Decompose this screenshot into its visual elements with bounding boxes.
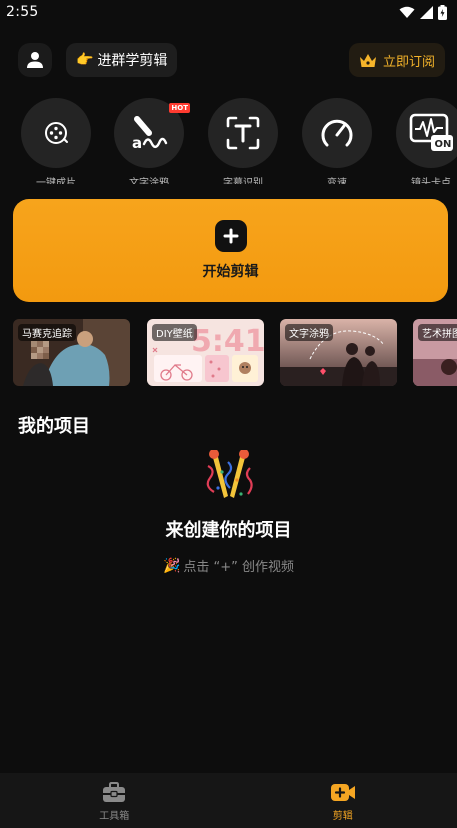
toolbox-icon xyxy=(103,781,126,802)
template-card-mosaic[interactable]: 马赛克追踪 xyxy=(13,319,130,386)
join-group-label: 进群学剪辑 xyxy=(97,53,168,69)
status-time: 2:55 xyxy=(6,4,39,20)
plus-icon xyxy=(214,220,247,252)
tool-label: 文字涂鸦 xyxy=(129,178,169,184)
template-tag: 文字涂鸦 xyxy=(285,324,333,341)
top-bar: 👉 进群学剪辑 立即订阅 xyxy=(18,42,445,78)
tool-one-click-video[interactable]: 一键成片 xyxy=(20,98,92,184)
template-tag: 艺术拼图 xyxy=(418,324,457,341)
empty-projects-hint: 🎉 点击 “+” 创作视频 xyxy=(162,556,295,576)
nav-toolbox[interactable]: 工具箱 xyxy=(0,773,229,828)
template-carousel: 马赛克追踪 5:41 DIY壁纸 文字涂鸦 艺术拼 xyxy=(13,319,457,386)
nav-edit[interactable]: 剪辑 xyxy=(229,773,457,828)
bottom-nav: 工具箱 剪辑 xyxy=(0,773,457,828)
wifi-icon xyxy=(399,6,415,18)
tool-label: 一键成片 xyxy=(36,178,76,184)
crown-icon xyxy=(359,53,376,67)
start-editing-label: 开始剪辑 xyxy=(202,264,259,280)
tool-label: 镜头卡点 xyxy=(411,178,451,184)
template-card-diy-wallpaper[interactable]: 5:41 DIY壁纸 xyxy=(147,319,264,386)
pointing-hand-icon: 👉 xyxy=(76,52,94,68)
party-popper-icon: 🎉 xyxy=(162,557,181,574)
status-icons xyxy=(399,4,447,20)
start-editing-button[interactable]: 开始剪辑 xyxy=(13,199,448,302)
tool-speed[interactable]: 变速 xyxy=(301,98,373,184)
brush-text-icon: a xyxy=(132,116,168,151)
battery-icon xyxy=(438,4,447,20)
user-icon xyxy=(27,52,43,68)
tool-label: 变速 xyxy=(327,178,347,184)
nav-edit-label: 剪辑 xyxy=(332,810,353,822)
join-group-button[interactable]: 👉 进群学剪辑 xyxy=(66,43,178,77)
status-bar: 2:55 xyxy=(0,0,457,24)
tool-beat-cut[interactable]: ON 镜头卡点 xyxy=(395,98,457,184)
pulse-on-icon: ON xyxy=(409,113,453,151)
edit-video-icon xyxy=(330,783,355,801)
template-card-art-collage[interactable]: 艺术拼图 xyxy=(413,319,457,386)
empty-projects-state: 来创建你的项目 🎉 点击 “+” 创作视频 xyxy=(0,450,457,575)
film-reel-icon xyxy=(45,122,68,144)
tool-text-doodle[interactable]: a HOT 文字涂鸦 xyxy=(113,98,190,184)
subscribe-button[interactable]: 立即订阅 xyxy=(348,43,445,77)
confetti-icon xyxy=(206,450,253,498)
subscribe-label: 立即订阅 xyxy=(382,54,435,70)
tool-label: 字幕识别 xyxy=(223,178,263,184)
svg-text:a: a xyxy=(132,134,142,151)
profile-avatar-button[interactable] xyxy=(18,43,52,77)
empty-projects-title: 来创建你的项目 xyxy=(165,520,292,541)
template-tag: DIY壁纸 xyxy=(152,324,197,341)
quick-tools-row: 一键成片 a HOT 文字涂鸦 字幕识别 变速 ON 镜头卡点 xyxy=(0,98,457,184)
tool-subtitle-recognition[interactable]: 字幕识别 xyxy=(207,98,279,184)
my-projects-title: 我的项目 xyxy=(18,416,90,437)
text-recognize-icon xyxy=(226,116,260,150)
svg-text:5:41: 5:41 xyxy=(191,324,264,359)
hot-badge: HOT xyxy=(169,103,190,113)
nav-toolbox-label: 工具箱 xyxy=(99,810,130,822)
svg-text:ON: ON xyxy=(435,139,452,150)
template-card-text-doodle[interactable]: 文字涂鸦 xyxy=(280,319,397,386)
signal-icon xyxy=(420,5,433,19)
template-tag: 马赛克追踪 xyxy=(18,324,76,341)
speedometer-icon xyxy=(321,119,353,147)
empty-projects-hint-text: 点击 “+” 创作视频 xyxy=(183,560,295,575)
